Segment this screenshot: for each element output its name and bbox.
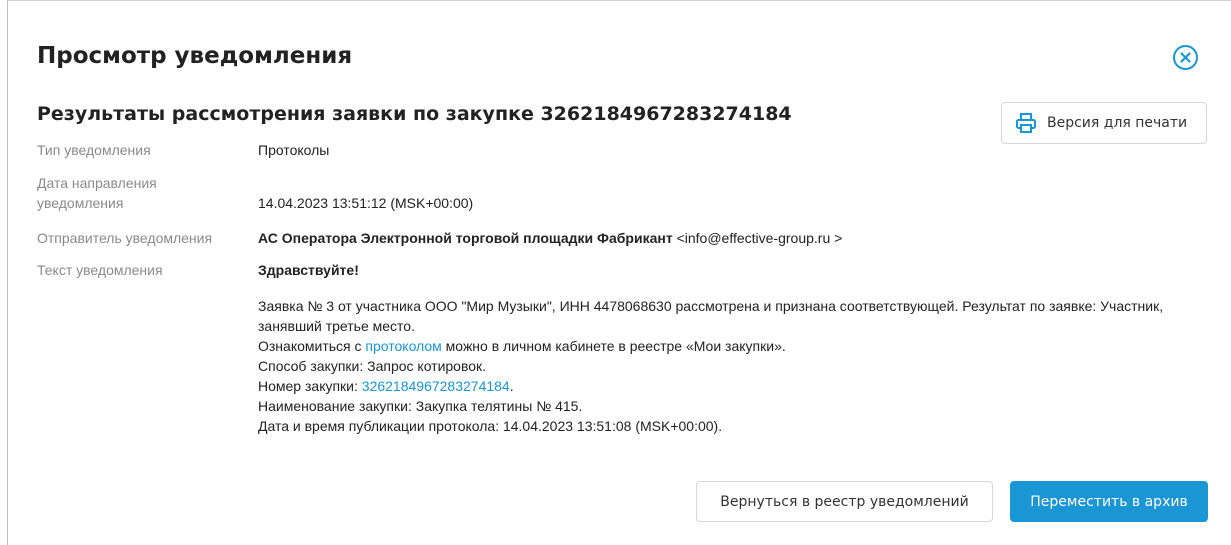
message-line-protocol: Ознакомиться с протоколом можно в личном… [258, 336, 1198, 356]
sender-email: <info@effective-group.ru > [672, 230, 843, 246]
notification-sender-label: Отправитель уведомления [37, 230, 213, 246]
sender-name: АС Оператора Электронной торговой площад… [258, 230, 673, 246]
notification-greeting: Здравствуйте! [258, 260, 359, 280]
print-version-button[interactable]: Версия для печати [1001, 102, 1207, 144]
protocol-link[interactable]: протоколом [365, 338, 441, 354]
message-line-name: Наименование закупки: Закупка телятины №… [258, 398, 583, 414]
message-line-method: Способ закупки: Запрос котировок. [258, 358, 487, 374]
close-icon [1180, 52, 1191, 63]
notification-date-value: 14.04.2023 13:51:12 (MSK+00:00) [258, 195, 474, 211]
notification-text-label: Текст уведомления [37, 262, 163, 278]
message-number-prefix: Номер закупки: [258, 378, 362, 394]
notification-sender-value: АС Оператора Электронной торговой площад… [258, 228, 842, 248]
procurement-number-link[interactable]: 3262184967283274184 [362, 378, 510, 394]
back-to-registry-button[interactable]: Вернуться в реестр уведомлений [696, 481, 993, 522]
message-protocol-prefix: Ознакомиться с [258, 338, 366, 354]
printer-icon [1016, 113, 1036, 133]
print-version-label: Версия для печати [1047, 115, 1188, 131]
window-border-top [7, 0, 1231, 1]
greeting-text: Здравствуйте! [258, 262, 359, 278]
close-button[interactable] [1173, 45, 1198, 70]
notification-message: Заявка № 3 от участника ООО "Мир Музыки"… [258, 296, 1198, 436]
message-line-published: Дата и время публикации протокола: 14.04… [258, 418, 723, 434]
notification-type-label: Тип уведомления [37, 142, 151, 158]
notification-subtitle: Результаты рассмотрения заявки по закупк… [37, 103, 792, 125]
move-to-archive-button[interactable]: Переместить в архив [1010, 481, 1208, 522]
message-protocol-suffix: можно в личном кабинете в реестре «Мои з… [441, 338, 786, 354]
message-line-number: Номер закупки: 3262184967283274184. [258, 376, 1198, 396]
notification-date-label: Дата направления уведомления [37, 173, 157, 213]
window-border-left [7, 0, 8, 545]
notification-date-label-line2: уведомления [37, 195, 124, 211]
dialog-title: Просмотр уведомления [37, 43, 353, 69]
message-line-application: Заявка № 3 от участника ООО "Мир Музыки"… [258, 298, 1164, 334]
notification-type-value: Протоколы [258, 142, 330, 158]
message-number-suffix: . [509, 378, 514, 394]
notification-date-label-line1: Дата направления [37, 175, 157, 191]
